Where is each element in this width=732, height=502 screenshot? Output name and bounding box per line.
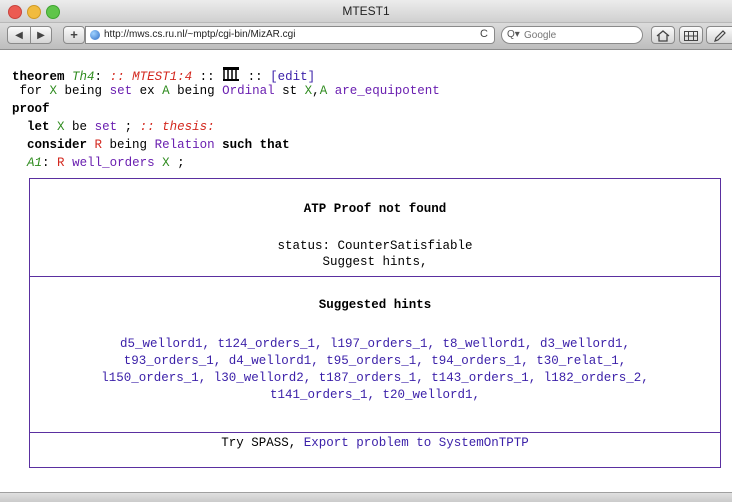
address-bar[interactable]: http://mws.cs.ru.nl/~mptp/cgi-bin/MizAR.…: [85, 26, 495, 44]
variable-x[interactable]: X: [50, 84, 58, 98]
title-bar: MTEST1: [0, 0, 732, 23]
back-arrow-icon: ◀: [15, 30, 23, 41]
browser-window: MTEST1 ◀ ▶ + http://mws.cs.ru.nl/~mptp/c…: [0, 0, 732, 502]
let-keyword: let: [27, 120, 50, 134]
hint-row[interactable]: d5_wellord1, t124_orders_1, l197_orders_…: [32, 336, 718, 353]
hint-row[interactable]: l150_orders_1, l30_wellord2, t187_orders…: [32, 370, 718, 387]
forward-arrow-icon: ▶: [37, 30, 45, 41]
variable-r[interactable]: R: [57, 156, 65, 170]
try-bar: Try SPASS, Export problem to SystemOnTPT…: [221, 436, 529, 450]
thesis-comment-link[interactable]: :: thesis:: [140, 120, 215, 134]
pencil-icon: [713, 30, 726, 42]
formula-line: for X being set ex A being Ordinal st X,…: [12, 84, 440, 98]
are-equipotent-link[interactable]: are_equipotent: [327, 84, 440, 98]
being-keyword: being: [57, 84, 110, 98]
separator: ::: [192, 70, 223, 84]
suggest-hints-link[interactable]: Suggest hints,: [30, 255, 720, 269]
spass-link[interactable]: SPASS: [251, 436, 289, 450]
variable-x[interactable]: X: [50, 120, 65, 134]
consider-line: consider R being Relation such that: [12, 138, 290, 152]
colon: :: [42, 156, 58, 170]
try-label: Try: [221, 436, 244, 450]
semicolon: ;: [169, 156, 185, 170]
comma: ,: [312, 84, 320, 98]
variable-a[interactable]: A: [162, 84, 170, 98]
forward-button[interactable]: ▶: [30, 26, 52, 44]
edit-button[interactable]: [706, 26, 732, 44]
url-text[interactable]: http://mws.cs.ru.nl/~mptp/cgi-bin/MizAR.…: [104, 29, 295, 40]
colon: :: [94, 70, 110, 84]
plus-icon: +: [70, 27, 78, 42]
being-keyword: being: [169, 84, 223, 98]
a1-line: A1: R well_orders X ;: [12, 156, 185, 170]
theorem-reference-link[interactable]: MTEST1:4: [132, 70, 192, 84]
proof-tree-icon[interactable]: [222, 66, 240, 82]
edit-link[interactable]: [edit]: [270, 70, 315, 84]
browser-toolbar: ◀ ▶ + http://mws.cs.ru.nl/~mptp/cgi-bin/…: [0, 23, 732, 50]
variable-r[interactable]: R: [87, 138, 103, 152]
let-line: let X be set ; :: thesis:: [12, 120, 215, 134]
add-bookmark-button[interactable]: +: [63, 26, 85, 44]
consider-keyword: consider: [27, 138, 88, 152]
semicolon: ;: [117, 120, 140, 134]
proof-keyword: proof: [12, 102, 50, 116]
home-button[interactable]: [651, 26, 675, 44]
search-input[interactable]: [524, 28, 634, 42]
for-keyword: for: [19, 84, 50, 98]
be-keyword: be: [64, 120, 95, 134]
proof-line: proof: [12, 102, 50, 116]
globe-icon: [90, 30, 100, 40]
search-icon[interactable]: Q▾: [507, 29, 520, 40]
such-that-keyword: such that: [214, 138, 290, 152]
grid-icon: [684, 31, 698, 41]
hints-title: Suggested hints: [318, 298, 432, 312]
suggested-hints-box: Suggested hints d5_wellord1, t124_orders…: [30, 276, 720, 433]
ex-keyword: ex: [132, 84, 163, 98]
page-content: theorem Th4: :: MTEST1:4 :: :: [edit] fo…: [0, 50, 732, 493]
relation-type-link[interactable]: Relation: [155, 138, 215, 152]
hint-row[interactable]: t141_orders_1, t20_wellord1,: [32, 387, 718, 404]
window-title: MTEST1: [342, 4, 390, 18]
ordinal-type-link[interactable]: Ordinal: [222, 84, 275, 98]
separator: ::: [240, 70, 271, 84]
status-bar: [0, 492, 732, 502]
theorem-label: Th4: [72, 70, 95, 84]
atp-result-box: ATP Proof not found status: CounterSatis…: [29, 178, 721, 468]
hint-row[interactable]: t93_orders_1, d4_wellord1, t95_orders_1,…: [32, 353, 718, 370]
top-sites-button[interactable]: [679, 26, 703, 44]
atp-title: ATP Proof not found: [303, 202, 447, 216]
back-button[interactable]: ◀: [7, 26, 31, 44]
theorem-line: theorem Th4: :: MTEST1:4 :: :: [edit]: [12, 66, 315, 84]
reload-icon[interactable]: C: [480, 28, 488, 40]
home-icon: [656, 30, 670, 42]
search-field[interactable]: Q▾: [501, 26, 643, 44]
theorem-keyword: theorem: [12, 70, 65, 84]
hint-list: d5_wellord1, t124_orders_1, l197_orders_…: [32, 336, 718, 404]
set-type-link[interactable]: set: [95, 120, 118, 134]
a1-label: A1: [27, 156, 43, 170]
being-keyword: being: [102, 138, 155, 152]
st-keyword: st: [274, 84, 305, 98]
comment-marker: ::: [109, 70, 133, 84]
variable-x[interactable]: X: [155, 156, 170, 170]
well-orders-link[interactable]: well_orders: [65, 156, 155, 170]
export-link[interactable]: Export problem to SystemOnTPTP: [304, 436, 529, 450]
set-type-link[interactable]: set: [110, 84, 133, 98]
status-text: status: CounterSatisfiable: [277, 239, 473, 253]
